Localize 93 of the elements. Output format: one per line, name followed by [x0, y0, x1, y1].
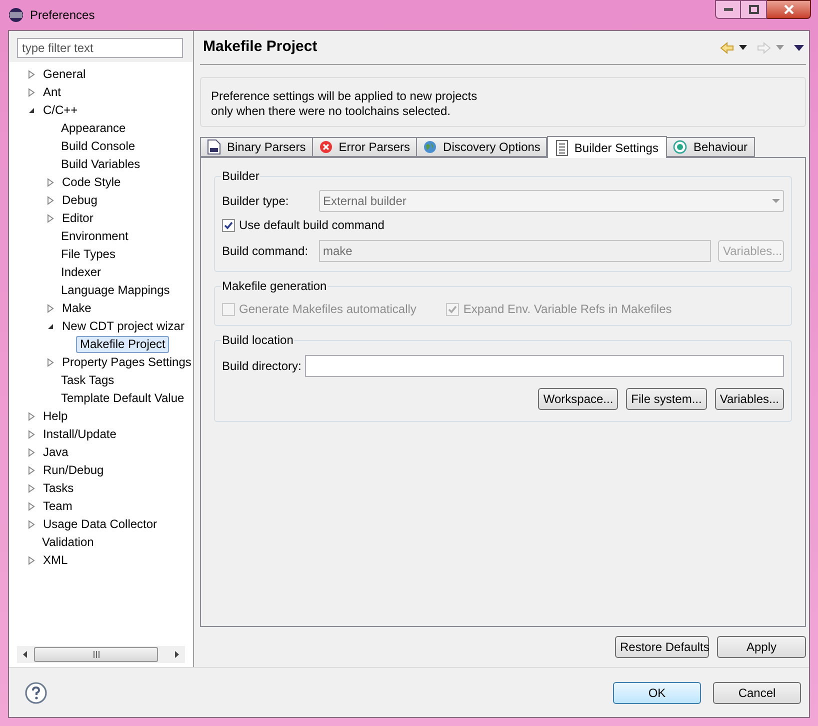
checkbox-label: Expand Env. Variable Refs in Makefiles: [463, 301, 672, 318]
tab[interactable]: Discovery Options: [416, 137, 548, 157]
minimize-button[interactable]: [715, 0, 741, 19]
page-title: Makefile Project: [203, 37, 318, 58]
apply-button[interactable]: Apply: [717, 636, 806, 658]
tree-item[interactable]: Environment: [57, 228, 132, 244]
collapsed-arrow-icon[interactable]: [28, 448, 35, 456]
dialog-button[interactable]: OK: [613, 682, 701, 704]
tree-item[interactable]: Code Style: [58, 174, 125, 190]
tree-item[interactable]: Template Default Value: [57, 390, 188, 406]
tree-item[interactable]: New CDT project wizar: [58, 318, 188, 334]
browse-button[interactable]: File system...: [626, 388, 707, 410]
restore-defaults-button[interactable]: Restore Defaults: [615, 636, 709, 658]
tree-item[interactable]: Appearance: [57, 120, 130, 136]
filter-field[interactable]: type filter text: [17, 38, 183, 58]
dialog-button[interactable]: Cancel: [713, 682, 801, 704]
tree-item[interactable]: Tasks: [39, 480, 78, 496]
checkbox-label: Use default build command: [239, 217, 384, 234]
tab[interactable]: Binary Parsers: [200, 137, 313, 157]
collapsed-arrow-icon[interactable]: [47, 214, 54, 222]
tree-item[interactable]: Language Mappings: [57, 282, 174, 298]
info-text: Preference settings will be applied to new projects: [211, 88, 478, 104]
tree-item[interactable]: Property Pages Settings: [58, 354, 196, 370]
collapsed-arrow-icon[interactable]: [28, 556, 35, 564]
grip-icon: [92, 651, 100, 658]
group-title: Makefile generation: [221, 278, 328, 294]
tree-item[interactable]: Usage Data Collector: [39, 516, 162, 532]
tree-item[interactable]: General: [39, 66, 90, 82]
list-icon: [556, 140, 568, 156]
scrollbar-thumb[interactable]: [34, 647, 158, 662]
info-text: only when there were no toolchains selected.: [211, 104, 452, 118]
field-label: Build directory:: [222, 358, 302, 375]
tree-item[interactable]: XML: [39, 552, 72, 568]
globe-icon: [423, 140, 438, 154]
collapsed-arrow-icon[interactable]: [47, 196, 54, 204]
tree-item[interactable]: Java: [39, 444, 72, 460]
collapsed-arrow-icon[interactable]: [28, 466, 35, 474]
error-icon: [318, 140, 333, 154]
collapsed-arrow-icon[interactable]: [28, 70, 35, 78]
radio-icon: [673, 140, 688, 154]
collapsed-arrow-icon[interactable]: [28, 484, 35, 492]
checkbox[interactable]: [222, 218, 235, 232]
dropdown-caret-icon: [772, 199, 780, 203]
expanded-arrow-icon[interactable]: [47, 322, 54, 330]
build-directory-field[interactable]: [305, 355, 784, 377]
tree-item[interactable]: C/C++: [39, 102, 82, 118]
back-arrow-icon[interactable]: [720, 42, 734, 54]
field-label: Builder type:: [222, 193, 290, 210]
tree-item[interactable]: Indexer: [57, 264, 106, 280]
collapsed-arrow-icon[interactable]: [28, 430, 35, 438]
close-icon: [784, 5, 794, 14]
help-icon[interactable]: [25, 682, 47, 704]
tree-item[interactable]: Ant: [39, 84, 66, 100]
checkmark-icon: [448, 304, 458, 314]
collapsed-arrow-icon[interactable]: [28, 412, 35, 420]
tree-item[interactable]: Make: [58, 300, 96, 316]
minimize-icon: [724, 8, 732, 11]
browse-button[interactable]: Workspace...: [538, 388, 618, 410]
collapsed-arrow-icon[interactable]: [47, 304, 54, 312]
tab[interactable]: Behaviour: [666, 137, 755, 157]
tree-item[interactable]: Help: [39, 408, 72, 424]
window-title: Preferences: [30, 7, 95, 24]
tab[interactable]: Error Parsers: [312, 137, 418, 157]
checkbox-label: Generate Makefiles automatically: [239, 301, 416, 318]
tree-item[interactable]: Build Console: [57, 138, 140, 154]
collapsed-arrow-icon[interactable]: [28, 502, 35, 510]
horizontal-scrollbar[interactable]: [17, 646, 185, 663]
tree-item[interactable]: Build Variables: [57, 156, 144, 172]
collapsed-arrow-icon[interactable]: [47, 178, 54, 186]
browse-button[interactable]: Variables...: [714, 388, 784, 410]
tree-item[interactable]: File Types: [57, 246, 120, 262]
view-menu-icon[interactable]: [794, 44, 804, 50]
tree-item[interactable]: Debug: [58, 192, 102, 208]
collapsed-arrow-icon[interactable]: [28, 520, 35, 528]
collapsed-arrow-icon[interactable]: [47, 358, 54, 366]
tree-item[interactable]: Makefile Project: [76, 336, 170, 352]
tree-item[interactable]: Install/Update: [39, 426, 120, 442]
binary-file-icon: [207, 139, 221, 155]
collapsed-arrow-icon[interactable]: [28, 88, 35, 96]
tree-item[interactable]: Task Tags: [57, 372, 118, 388]
checkmark-icon: [224, 220, 233, 230]
tree-item[interactable]: Run/Debug: [39, 462, 108, 478]
maximize-button[interactable]: [741, 0, 767, 19]
eclipse-logo-icon: [8, 7, 24, 23]
field-label: Build command:: [222, 243, 310, 260]
close-button[interactable]: [767, 0, 811, 19]
expanded-arrow-icon[interactable]: [28, 106, 35, 114]
tab[interactable]: Builder Settings: [547, 136, 668, 158]
tree-item[interactable]: Team: [39, 498, 76, 514]
dropdown-caret-icon[interactable]: [739, 45, 747, 50]
maximize-icon: [748, 5, 758, 14]
tree-item[interactable]: Validation: [38, 534, 98, 550]
tree-item[interactable]: Editor: [58, 210, 98, 226]
